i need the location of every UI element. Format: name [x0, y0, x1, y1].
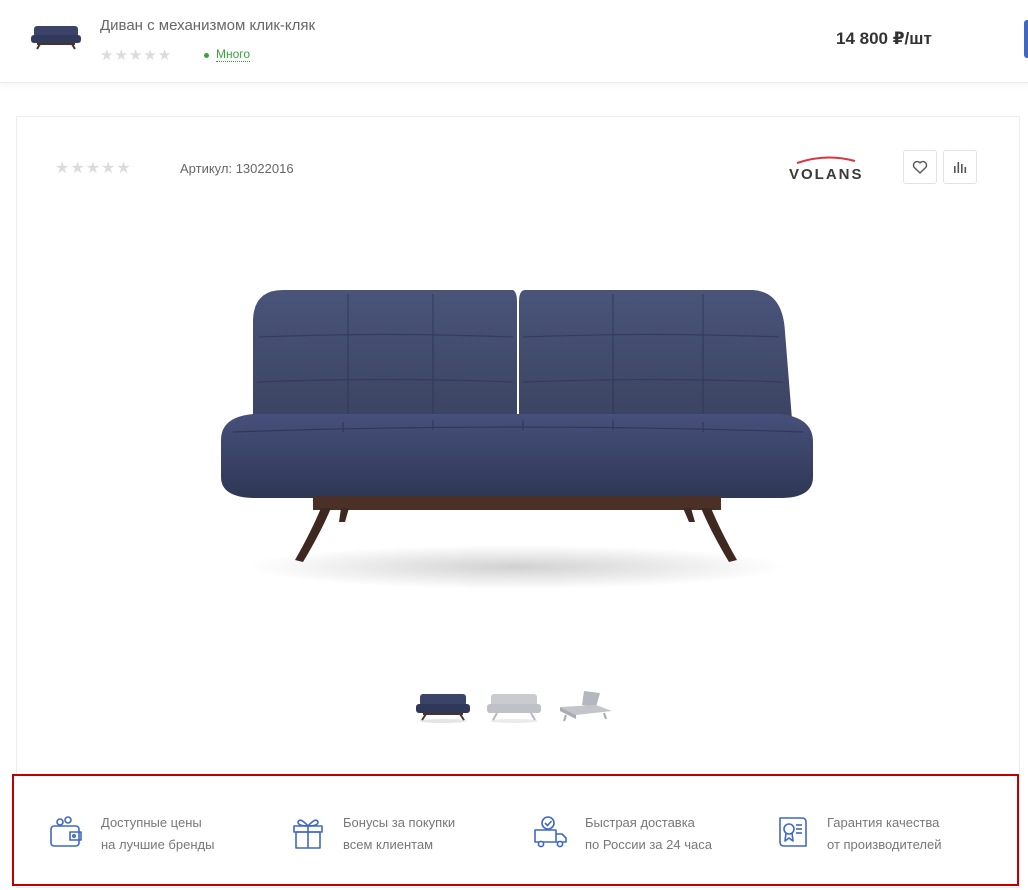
product-main-image[interactable]	[213, 282, 819, 592]
image-thumbnails	[413, 685, 615, 729]
stock-status[interactable]: Много	[204, 48, 251, 62]
brand-logo[interactable]: VOLANS	[789, 155, 863, 183]
delivery-truck-icon	[534, 816, 567, 848]
benefits-strip: Доступные цены на лучшие бренды Бонусы з…	[12, 774, 1019, 886]
stock-label[interactable]: Много	[216, 48, 251, 62]
benefit-line1: Доступные цены	[101, 815, 202, 830]
gift-icon	[293, 819, 323, 849]
benefit-line2: на лучшие бренды	[101, 837, 215, 852]
heart-icon	[912, 160, 928, 174]
rating-stars: ★★★★★	[100, 47, 173, 64]
benefit-line2: по России за 24 часа	[585, 837, 712, 852]
compare-button[interactable]	[943, 150, 977, 184]
product-price: 14 800 ₽/шт	[836, 29, 932, 48]
buy-button-edge[interactable]	[1024, 20, 1028, 58]
benefit-line1: Бонусы за покупки	[343, 815, 456, 830]
product-title[interactable]: Диван с механизмом клик-кляк	[100, 17, 315, 34]
compare-bars-icon	[954, 162, 967, 173]
article-label: Артикул:	[180, 161, 233, 176]
wallet-icon	[50, 816, 82, 847]
benefit-line1: Гарантия качества	[827, 815, 940, 830]
article-number: Артикул: 13022016	[180, 161, 294, 176]
thumbnail-light-grey[interactable]	[484, 685, 544, 729]
add-to-favorites-button[interactable]	[903, 150, 937, 184]
article-value: 13022016	[235, 161, 294, 176]
certificate-icon	[779, 817, 807, 847]
thumbnail-grey-unfolded[interactable]	[555, 685, 615, 729]
stock-dot-icon	[204, 52, 209, 58]
brand-swoosh-icon	[796, 156, 856, 164]
benefit-line2: от производителей	[827, 837, 942, 852]
brand-name: VOLANS	[789, 166, 864, 183]
benefit-line2: всем клиентам	[343, 837, 434, 852]
product-rating-stars[interactable]: ★★★★★	[55, 158, 132, 178]
benefit-line1: Быстрая доставка	[585, 815, 695, 830]
product-card: ★★★★★ Артикул: 13022016 VOLANS	[16, 116, 1020, 888]
thumbnail-navy[interactable]	[413, 685, 473, 729]
sticky-product-bar: Диван с механизмом клик-кляк ★★★★★ Много…	[0, 0, 1028, 83]
product-thumbnail[interactable]	[28, 22, 84, 50]
